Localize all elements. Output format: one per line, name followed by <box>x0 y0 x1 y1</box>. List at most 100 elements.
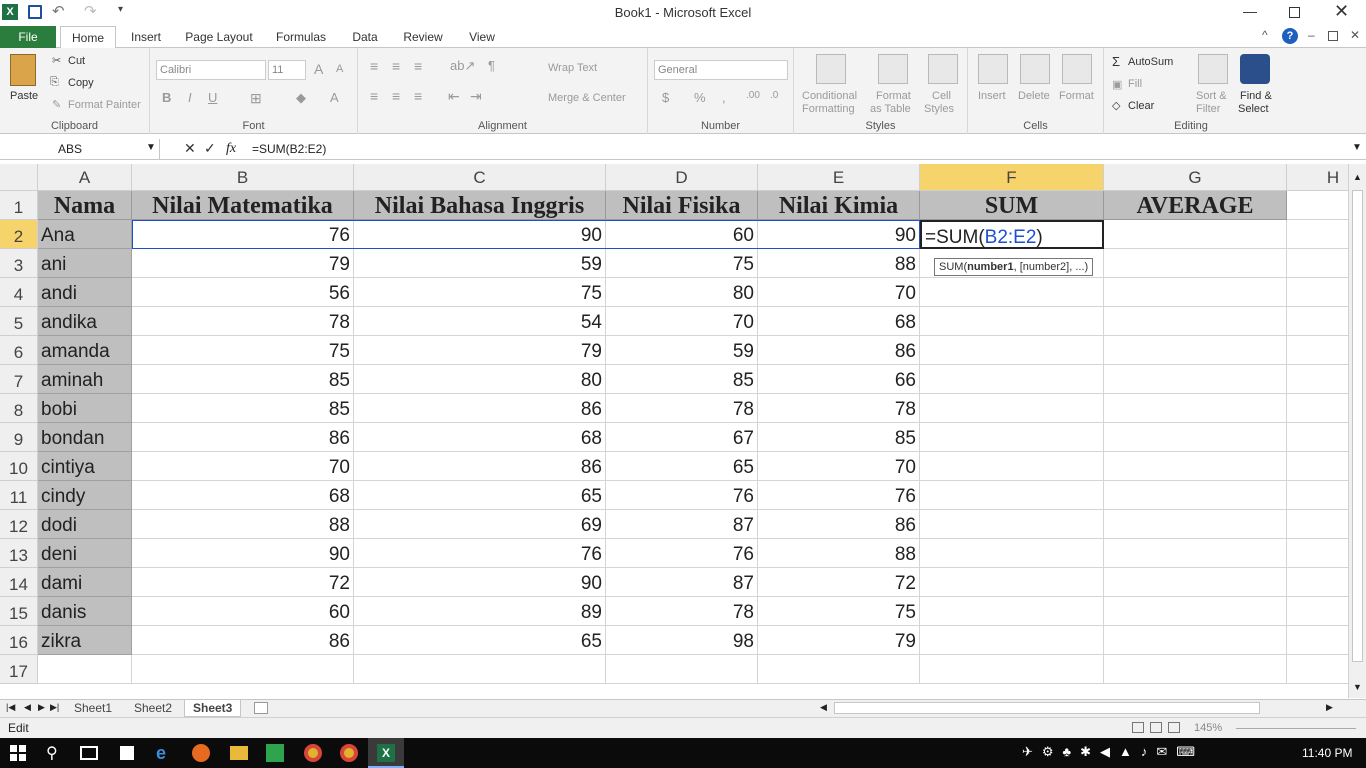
value-cell[interactable]: 76 <box>354 539 606 568</box>
value-cell[interactable]: 65 <box>354 481 606 510</box>
name-cell[interactable]: dodi <box>38 510 132 539</box>
name-cell[interactable]: amanda <box>38 336 132 365</box>
row-header[interactable]: 8 <box>0 394 38 423</box>
value-cell[interactable]: 54 <box>354 307 606 336</box>
row-header[interactable]: 4 <box>0 278 38 307</box>
currency-icon[interactable]: $ <box>662 90 669 105</box>
normal-view-icon[interactable] <box>1132 722 1144 733</box>
cell[interactable] <box>1287 655 1348 684</box>
workbook-close-icon[interactable]: ✕ <box>1350 28 1360 42</box>
cell[interactable] <box>1104 655 1287 684</box>
cell[interactable] <box>1287 220 1348 249</box>
value-cell[interactable]: 76 <box>758 481 920 510</box>
cell[interactable] <box>920 510 1104 539</box>
decrease-indent-icon[interactable]: ⇤ <box>448 88 460 105</box>
value-cell[interactable]: 78 <box>758 394 920 423</box>
value-cell[interactable]: 79 <box>354 336 606 365</box>
value-cell[interactable]: 88 <box>758 539 920 568</box>
delete-button[interactable]: Delete <box>1018 90 1050 102</box>
green-app-icon[interactable] <box>266 744 284 762</box>
row-header[interactable]: 2 <box>0 220 38 249</box>
value-cell[interactable]: 86 <box>354 394 606 423</box>
cell[interactable] <box>1104 307 1287 336</box>
cell[interactable] <box>1104 394 1287 423</box>
chrome-2-icon[interactable] <box>340 744 358 762</box>
orientation-icon[interactable]: ab↗ <box>450 58 475 74</box>
italic-icon[interactable]: I <box>188 90 192 105</box>
next-sheet-icon[interactable]: ▶ <box>38 702 45 713</box>
tooltip-arg[interactable]: number1 <box>967 261 1013 273</box>
grow-font-icon[interactable]: A <box>314 61 323 77</box>
paste-button[interactable]: Paste <box>10 90 38 102</box>
cell[interactable] <box>1104 423 1287 452</box>
header-cell[interactable]: SUM <box>920 191 1104 220</box>
value-cell[interactable]: 59 <box>354 249 606 278</box>
cell[interactable] <box>1287 365 1348 394</box>
tab-page-layout[interactable]: Page Layout <box>180 26 258 48</box>
header-cell[interactable]: Nilai Bahasa Inggris <box>354 191 606 220</box>
cell[interactable] <box>1287 423 1348 452</box>
close-icon[interactable]: ✕ <box>1334 1 1349 22</box>
value-cell[interactable]: 90 <box>132 539 354 568</box>
cell[interactable] <box>920 365 1104 394</box>
cell[interactable] <box>1104 568 1287 597</box>
cut-button[interactable]: Cut <box>68 55 85 67</box>
name-box-dropdown-icon[interactable]: ▼ <box>146 142 156 153</box>
column-header-c[interactable]: C <box>354 164 606 191</box>
value-cell[interactable]: 70 <box>758 278 920 307</box>
value-cell[interactable]: 86 <box>132 423 354 452</box>
cell[interactable] <box>920 452 1104 481</box>
cell[interactable] <box>920 481 1104 510</box>
minimize-icon[interactable]: — <box>1243 3 1257 19</box>
zoom-slider[interactable] <box>1236 728 1356 729</box>
merge-center-button[interactable]: Merge & Center <box>548 92 626 104</box>
cell[interactable] <box>1104 626 1287 655</box>
formula-input[interactable]: =SUM(B2:E2) <box>252 142 1342 158</box>
value-cell[interactable]: 76 <box>606 539 758 568</box>
align-top-icon[interactable]: ≡ <box>370 58 378 74</box>
value-cell[interactable]: 60 <box>606 220 758 249</box>
row-header[interactable]: 1 <box>0 191 38 220</box>
value-cell[interactable]: 68 <box>132 481 354 510</box>
cell[interactable] <box>1287 539 1348 568</box>
name-cell[interactable]: cindy <box>38 481 132 510</box>
value-cell[interactable]: 66 <box>758 365 920 394</box>
sort-filter-sub[interactable]: Filter <box>1196 103 1220 115</box>
select-all-corner[interactable] <box>0 164 38 191</box>
value-cell[interactable]: 85 <box>606 365 758 394</box>
name-cell[interactable]: aminah <box>38 365 132 394</box>
tab-review[interactable]: Review <box>396 26 450 48</box>
scroll-right-icon[interactable]: ▶ <box>1326 702 1333 713</box>
align-right-icon[interactable]: ≡ <box>414 88 422 104</box>
tab-home[interactable]: Home <box>60 26 116 49</box>
chrome-icon[interactable] <box>304 744 322 762</box>
percent-icon[interactable]: % <box>694 90 706 105</box>
align-center-icon[interactable]: ≡ <box>392 88 400 104</box>
conditional-formatting-button[interactable]: Conditional <box>802 90 857 102</box>
row-header[interactable]: 5 <box>0 307 38 336</box>
value-cell[interactable]: 75 <box>606 249 758 278</box>
header-cell[interactable]: AVERAGE <box>1104 191 1287 220</box>
name-cell[interactable]: andika <box>38 307 132 336</box>
header-cell[interactable]: Nama <box>38 191 132 220</box>
cell[interactable] <box>1287 481 1348 510</box>
scroll-up-icon[interactable]: ▲ <box>1353 172 1362 182</box>
tab-view[interactable]: View <box>460 26 504 48</box>
cell[interactable] <box>1104 278 1287 307</box>
customize-toolbar-icon[interactable]: ▾ <box>118 4 123 15</box>
value-cell[interactable]: 85 <box>132 365 354 394</box>
cell[interactable] <box>606 655 758 684</box>
wrap-text-button[interactable]: Wrap Text <box>548 62 597 74</box>
column-header-g[interactable]: G <box>1104 164 1287 191</box>
sheet-tab-sheet3[interactable]: Sheet3 <box>184 700 242 717</box>
number-format-select[interactable]: General <box>654 60 788 80</box>
sheet-tab-sheet2[interactable]: Sheet2 <box>126 700 180 717</box>
name-cell[interactable]: dami <box>38 568 132 597</box>
value-cell[interactable]: 90 <box>354 568 606 597</box>
value-cell[interactable]: 87 <box>606 568 758 597</box>
cell[interactable] <box>354 655 606 684</box>
cell[interactable] <box>920 539 1104 568</box>
redo-icon[interactable]: ↷ <box>84 2 97 20</box>
value-cell[interactable]: 65 <box>354 626 606 655</box>
clock[interactable]: 11:40 PM <box>1302 746 1352 760</box>
